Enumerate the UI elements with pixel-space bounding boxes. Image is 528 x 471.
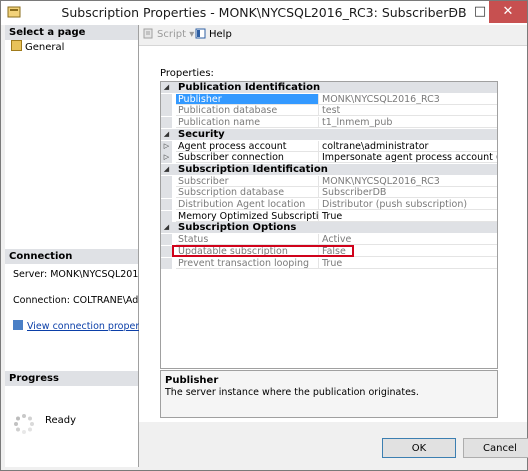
description-text: The server instance where the publicatio… — [165, 387, 419, 398]
property-value[interactable]: t1_lnmem_pub — [319, 117, 497, 129]
property-value[interactable]: True — [319, 211, 497, 222]
property-name: Distribution Agent location — [176, 199, 319, 210]
property-name: Subscription database — [176, 187, 319, 199]
property-row[interactable]: ▷ Agent process account coltrane\administr… — [161, 140, 497, 152]
property-row[interactable]: Memory Optimized Subscription True — [161, 210, 497, 222]
property-value[interactable]: SubscriberDB — [319, 187, 497, 199]
ok-button[interactable]: OK — [382, 438, 456, 458]
chevron-down-icon[interactable]: ▾ — [189, 29, 194, 40]
view-connection-properties-label: View connection properties — [27, 321, 157, 332]
property-value[interactable]: Distributor (push subscription) — [319, 199, 497, 210]
property-value[interactable]: Impersonate agent process account (Windo… — [319, 152, 497, 164]
progress-spinner-icon — [14, 414, 34, 434]
property-category[interactable]: ◢ Publication Identification — [161, 82, 497, 93]
properties-icon — [11, 40, 22, 51]
property-name: Memory Optimized Subscription — [176, 210, 319, 222]
property-value[interactable]: MONK\NYCSQL2016_RC3 — [319, 94, 497, 105]
script-icon — [143, 28, 153, 39]
description-title: Publisher — [165, 375, 219, 386]
category-label: Security — [178, 128, 225, 140]
page-item-label: General — [25, 42, 65, 53]
property-row[interactable]: Status Active — [161, 234, 497, 246]
property-value[interactable]: test — [319, 105, 497, 117]
script-button[interactable]: Script ▾ — [143, 28, 194, 40]
row-gutter — [161, 245, 172, 257]
property-name: Publication database — [176, 105, 319, 117]
help-button[interactable]: Help — [195, 28, 232, 40]
toolbar: Script ▾ Help — [139, 25, 527, 46]
row-gutter — [161, 93, 172, 105]
connection-text: Connection: COLTRANE\Administrator — [13, 295, 138, 306]
properties-label: Properties: — [160, 68, 214, 79]
collapse-icon[interactable]: ◢ — [163, 130, 170, 138]
dialog-footer: OK Cancel — [139, 422, 528, 470]
collapse-icon[interactable]: ◢ — [163, 223, 170, 231]
connection-properties-icon — [13, 320, 23, 330]
page-item-general[interactable]: General — [11, 40, 64, 53]
property-row[interactable]: Distribution Agent location Distributor (… — [161, 199, 497, 210]
row-gutter — [161, 187, 172, 199]
property-value[interactable]: coltrane\administrator — [319, 141, 497, 152]
property-name: Prevent transaction looping — [176, 257, 319, 269]
property-name: Publisher — [176, 93, 319, 105]
row-gutter — [161, 234, 172, 246]
server-text: Server: MONK\NYCSQL2016_RC3 — [13, 269, 138, 280]
property-row[interactable]: Publisher MONK\NYCSQL2016_RC3 — [161, 93, 497, 105]
property-value[interactable]: Active — [319, 234, 497, 246]
expand-icon[interactable]: ▷ — [163, 153, 170, 161]
property-name: Subscriber connection — [176, 152, 319, 164]
expand-icon[interactable]: ▷ — [163, 142, 170, 150]
row-gutter — [161, 117, 172, 129]
title-bar[interactable]: Subscription Properties - MONK\NYCSQL201… — [1, 1, 527, 25]
row-gutter — [161, 210, 172, 222]
property-value[interactable]: MONK\NYCSQL2016_RC3 — [319, 176, 497, 187]
subscription-properties-window: Subscription Properties - MONK\NYCSQL201… — [0, 0, 528, 471]
property-grid[interactable]: ◢ Publication Identification Publisher MONK… — [160, 81, 498, 369]
row-gutter — [161, 257, 172, 269]
category-label: Publication Identification — [178, 82, 321, 93]
left-pane: Select a page General Connection Server:… — [5, 25, 156, 467]
general-page: Properties: ◢ Publication Identification P… — [139, 46, 527, 422]
collapse-icon[interactable]: ◢ — [163, 165, 170, 173]
property-row[interactable]: ▷ Subscriber connection Impersonate agent … — [161, 152, 497, 164]
row-gutter — [161, 199, 172, 210]
help-icon — [195, 28, 206, 39]
property-name: Subscriber — [176, 175, 319, 187]
row-gutter — [161, 175, 172, 187]
property-row[interactable]: Publication name t1_lnmem_pub — [161, 117, 497, 129]
property-row[interactable]: Publication database test — [161, 105, 497, 117]
property-description-panel: Publisher The server instance where the … — [160, 370, 498, 418]
property-category[interactable]: ◢ Subscription Options — [161, 222, 497, 234]
help-label: Help — [209, 29, 232, 40]
property-name: Status — [176, 234, 319, 246]
highlight-box — [172, 245, 354, 257]
collapse-icon[interactable]: ◢ — [163, 83, 170, 91]
property-name: Publication name — [176, 117, 319, 129]
category-label: Subscription Options — [178, 222, 297, 234]
select-page-header: Select a page — [5, 25, 138, 40]
category-label: Subscription Identification — [178, 163, 328, 175]
cancel-button[interactable]: Cancel — [463, 438, 528, 458]
progress-status: Ready — [45, 415, 77, 426]
property-name: Agent process account — [176, 140, 319, 152]
script-label: Script — [157, 29, 187, 40]
row-gutter — [161, 105, 172, 117]
property-category[interactable]: ◢ Subscription Identification — [161, 163, 497, 175]
property-value[interactable]: True — [319, 258, 497, 269]
progress-header: Progress — [5, 371, 138, 386]
connection-header: Connection — [5, 249, 138, 264]
property-row[interactable]: Subscriber MONK\NYCSQL2016_RC3 — [161, 175, 497, 187]
property-row[interactable]: Subscription database SubscriberDB — [161, 187, 497, 199]
view-connection-properties-link[interactable]: View connection properties — [13, 320, 156, 332]
close-button[interactable]: ✕ — [489, 1, 527, 23]
property-row[interactable]: Prevent transaction looping True — [161, 257, 497, 269]
minimize-button[interactable]: – — [439, 1, 465, 23]
property-category[interactable]: ◢ Security — [161, 128, 497, 140]
